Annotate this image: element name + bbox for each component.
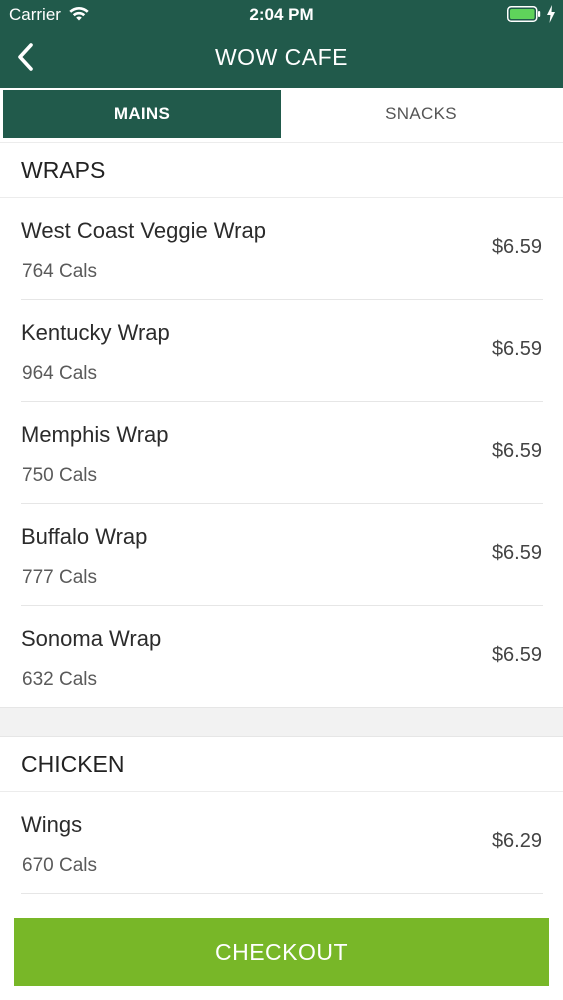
item-name: West Coast Veggie Wrap <box>21 218 266 243</box>
item-price: $6.59 <box>491 338 542 360</box>
item-name: Kentucky Wrap <box>21 320 170 345</box>
item-calories: 632 Cals <box>22 669 97 690</box>
status-time: 2:04 PM <box>249 5 314 24</box>
item-price: $6.59 <box>491 236 542 258</box>
menu-item[interactable]: West Coast Veggie Wrap 764 Cals $6.59 <box>0 198 563 300</box>
menu-item[interactable]: Memphis Wrap 750 Cals $6.59 <box>0 402 563 504</box>
checkout-button[interactable]: CHECKOUT <box>14 918 549 986</box>
item-price: $6.59 <box>491 440 542 462</box>
divider <box>0 707 563 708</box>
item-name: Sonoma Wrap <box>21 626 162 651</box>
charging-icon <box>547 5 555 23</box>
category-tabs: MAINS SNACKS <box>0 88 563 143</box>
menu-item[interactable]: Wings 670 Cals $6.29 <box>0 792 563 894</box>
checkout-bar: CHECKOUT <box>0 903 563 1000</box>
tab-mains[interactable]: MAINS <box>3 90 281 138</box>
item-price: $6.59 <box>491 542 542 564</box>
page-title: WOW CAFE <box>214 44 349 70</box>
item-calories: 777 Cals <box>22 567 97 588</box>
status-bar: Carrier 2:04 PM <box>0 0 563 30</box>
item-calories: 670 Cals <box>22 855 97 876</box>
item-name: Memphis Wrap <box>21 422 169 447</box>
section-spacer <box>0 708 563 737</box>
divider <box>21 893 543 894</box>
menu-list: WRAPS West Coast Veggie Wrap 764 Cals $6… <box>0 143 563 894</box>
item-name: Wings <box>21 812 83 837</box>
battery-icon <box>507 6 541 22</box>
item-price: $6.59 <box>491 644 542 666</box>
item-calories: 750 Cals <box>22 465 97 486</box>
menu-item[interactable]: Buffalo Wrap 777 Cals $6.59 <box>0 504 563 606</box>
tab-snacks[interactable]: SNACKS <box>282 90 560 138</box>
app-header: Carrier 2:04 PM WOW CAFE <box>0 0 563 88</box>
item-calories: 964 Cals <box>22 363 97 384</box>
item-calories: 764 Cals <box>22 261 97 282</box>
item-name: Buffalo Wrap <box>21 524 148 549</box>
menu-item[interactable]: Sonoma Wrap 632 Cals $6.59 <box>0 606 563 708</box>
section-header-wraps: WRAPS <box>0 143 563 198</box>
section-header-chicken: CHICKEN <box>0 737 563 792</box>
item-price: $6.29 <box>491 830 542 852</box>
menu-item[interactable]: Kentucky Wrap 964 Cals $6.59 <box>0 300 563 402</box>
